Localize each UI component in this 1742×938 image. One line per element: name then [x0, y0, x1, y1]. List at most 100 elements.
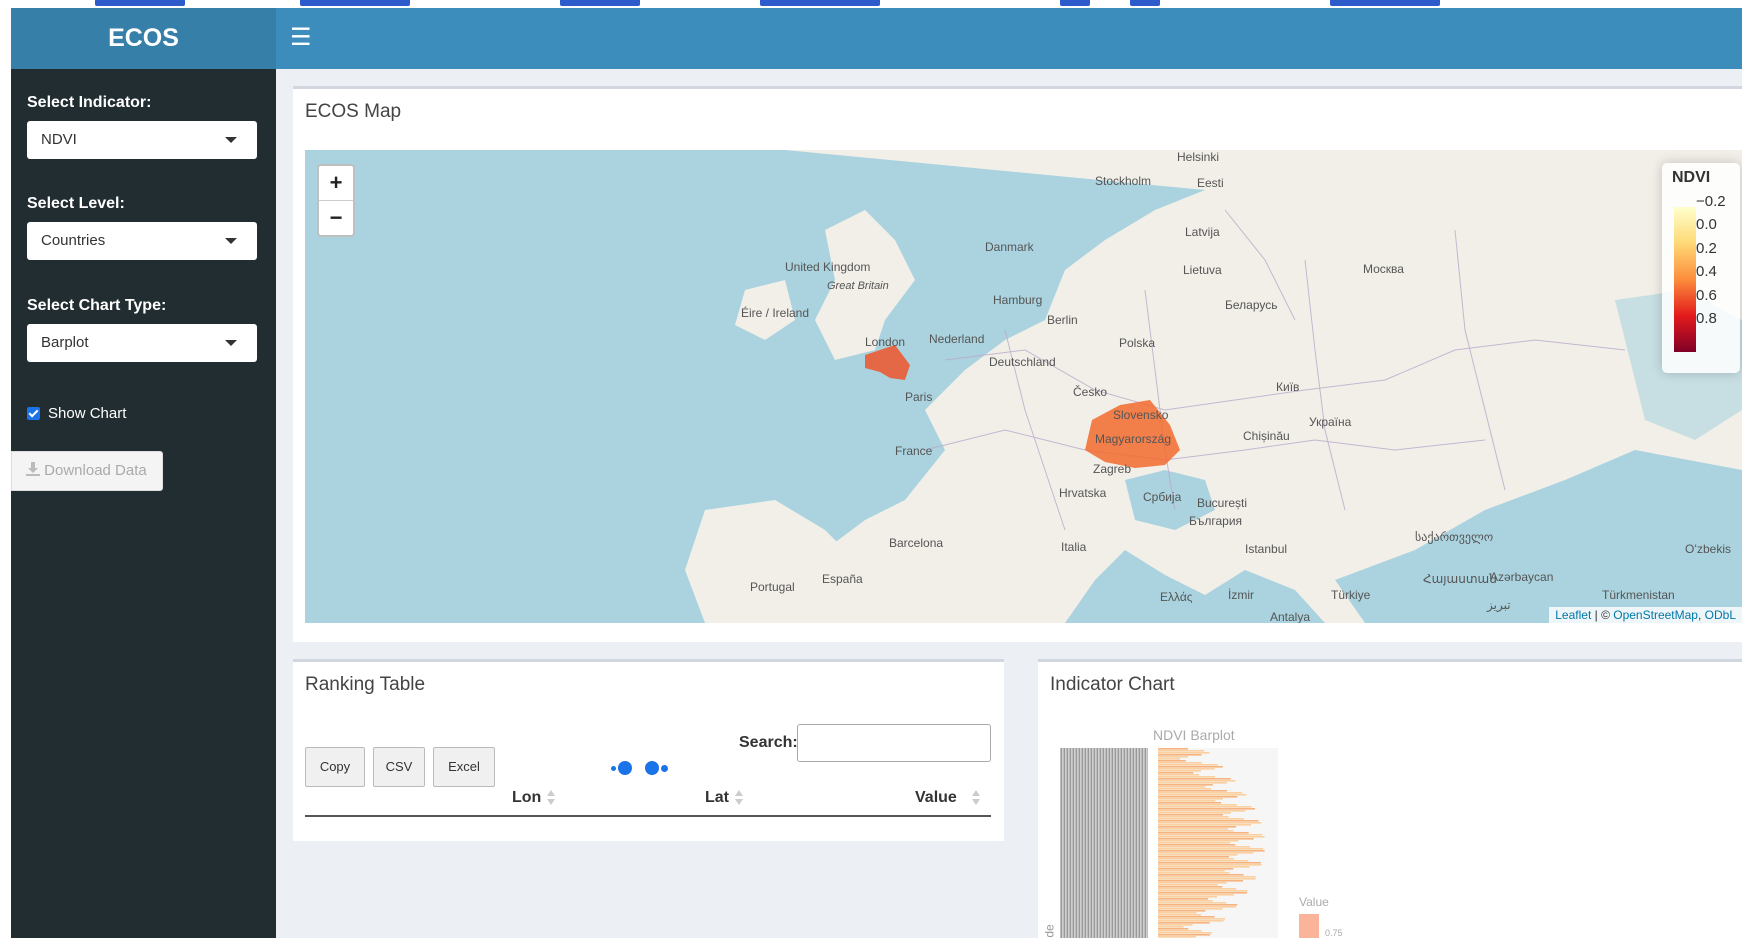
bar: [1158, 878, 1256, 880]
ranking-table-title: Ranking Table: [305, 674, 426, 695]
bar: [1158, 904, 1238, 906]
map-label: Danmark: [985, 240, 1034, 254]
indicator-select-value: NDVI: [41, 131, 77, 148]
bar: [1158, 926, 1184, 928]
level-select[interactable]: Countries: [27, 222, 257, 260]
map-label: Lietuva: [1183, 263, 1222, 277]
bar: [1158, 892, 1248, 894]
map-label: Latvija: [1185, 225, 1220, 239]
copy-button[interactable]: Copy: [305, 747, 365, 787]
column-header-lat[interactable]: Lat: [705, 789, 729, 807]
map-label: Istanbul: [1245, 542, 1288, 556]
download-icon: [26, 462, 40, 476]
map-label: Azərbaycan: [1490, 570, 1554, 584]
map-label: България: [1189, 514, 1243, 528]
leaflet-link[interactable]: Leaflet: [1555, 608, 1591, 622]
download-data-button[interactable]: Download Data: [11, 451, 163, 491]
bar: [1158, 916, 1215, 918]
bar: [1158, 830, 1234, 832]
bar: [1158, 828, 1229, 830]
bar: [1158, 826, 1237, 828]
bar: [1158, 906, 1237, 908]
bar: [1158, 780, 1236, 782]
bar: [1158, 786, 1206, 788]
bar: [1158, 750, 1205, 752]
zoom-in-button[interactable]: +: [319, 166, 353, 201]
map-label: Hrvatska: [1059, 486, 1107, 500]
bar: [1158, 824, 1252, 826]
show-chart-checkbox[interactable]: [27, 406, 40, 420]
chevron-down-icon: [225, 238, 237, 244]
column-header-value[interactable]: Value: [915, 789, 957, 807]
bar: [1158, 796, 1238, 798]
indicator-chart-title: Indicator Chart: [1050, 674, 1175, 695]
bar: [1158, 752, 1210, 754]
map-label: Беларусь: [1225, 298, 1278, 312]
csv-button[interactable]: CSV: [373, 747, 425, 787]
map-label: Москва: [1363, 262, 1404, 276]
bar: [1158, 900, 1213, 902]
bar: [1158, 920, 1224, 922]
chart-legend-value: 0.75: [1325, 928, 1343, 938]
bar: [1158, 914, 1202, 916]
bar: [1158, 814, 1224, 816]
leaflet-map[interactable]: Helsinki Stockholm Eesti Danmark Latvija…: [305, 150, 1742, 623]
bar: [1158, 840, 1239, 842]
map-label: Antalya: [1270, 610, 1311, 623]
bar: [1158, 774, 1200, 776]
bar: [1158, 772, 1194, 774]
legend-tick: 0.0: [1696, 216, 1717, 233]
bar: [1158, 866, 1250, 868]
bar: [1158, 800, 1216, 802]
zoom-control: + −: [317, 164, 355, 237]
bar: [1158, 848, 1264, 850]
bar: [1158, 820, 1259, 822]
bar: [1158, 924, 1193, 926]
map-box-title: ECOS Map: [305, 101, 402, 122]
bar: [1158, 798, 1224, 800]
bar: [1158, 862, 1261, 864]
excel-button[interactable]: Excel: [433, 747, 495, 787]
show-chart-row: Show Chart: [27, 404, 126, 424]
download-data-label: Download Data: [44, 462, 147, 479]
bar: [1158, 788, 1212, 790]
bar: [1158, 922, 1210, 924]
bar: [1158, 898, 1209, 900]
level-select-value: Countries: [41, 232, 106, 249]
odbl-link[interactable]: ODbL: [1705, 608, 1736, 622]
barplot-bars: [1158, 748, 1278, 938]
bar: [1158, 768, 1215, 770]
bar: [1158, 918, 1226, 920]
bar: [1158, 936, 1196, 938]
sidebar-toggle-button[interactable]: ☰: [290, 22, 320, 54]
bar: [1158, 894, 1234, 896]
legend-color-bar: [1674, 207, 1696, 352]
bar: [1158, 784, 1213, 786]
indicator-select[interactable]: NDVI: [27, 121, 257, 159]
map-label: France: [895, 444, 933, 458]
map-legend: NDVI −0.2 0.0 0.2 0.4 0.6 0.8: [1662, 163, 1740, 373]
ranking-table-box: Ranking Table Copy CSV Excel Search: Lon…: [293, 659, 1004, 841]
bar: [1158, 832, 1249, 834]
zoom-out-button[interactable]: −: [319, 201, 353, 235]
map-label: Nederland: [929, 332, 985, 346]
column-header-lon[interactable]: Lon: [512, 789, 541, 807]
bar: [1158, 932, 1213, 934]
bar: [1158, 778, 1231, 780]
legend-tick: 0.8: [1696, 310, 1717, 327]
osm-link[interactable]: OpenStreetMap: [1613, 608, 1698, 622]
map-label: Magyarország: [1095, 432, 1172, 446]
axis-strip: [1060, 748, 1148, 938]
map-label: Türkmenistan: [1602, 588, 1675, 602]
map-attribution: Leaflet | © OpenStreetMap, ODbL: [1549, 607, 1742, 623]
map-label: Zagreb: [1093, 462, 1132, 476]
bar: [1158, 902, 1227, 904]
chart-type-select[interactable]: Barplot: [27, 324, 257, 362]
search-input[interactable]: [797, 724, 991, 762]
legend-tick: 0.4: [1696, 263, 1717, 280]
bar: [1158, 754, 1202, 756]
bar: [1158, 844, 1236, 846]
map-label: Slovensko: [1113, 408, 1169, 422]
bar: [1158, 910, 1206, 912]
plot-title: NDVI Barplot: [1153, 727, 1235, 743]
